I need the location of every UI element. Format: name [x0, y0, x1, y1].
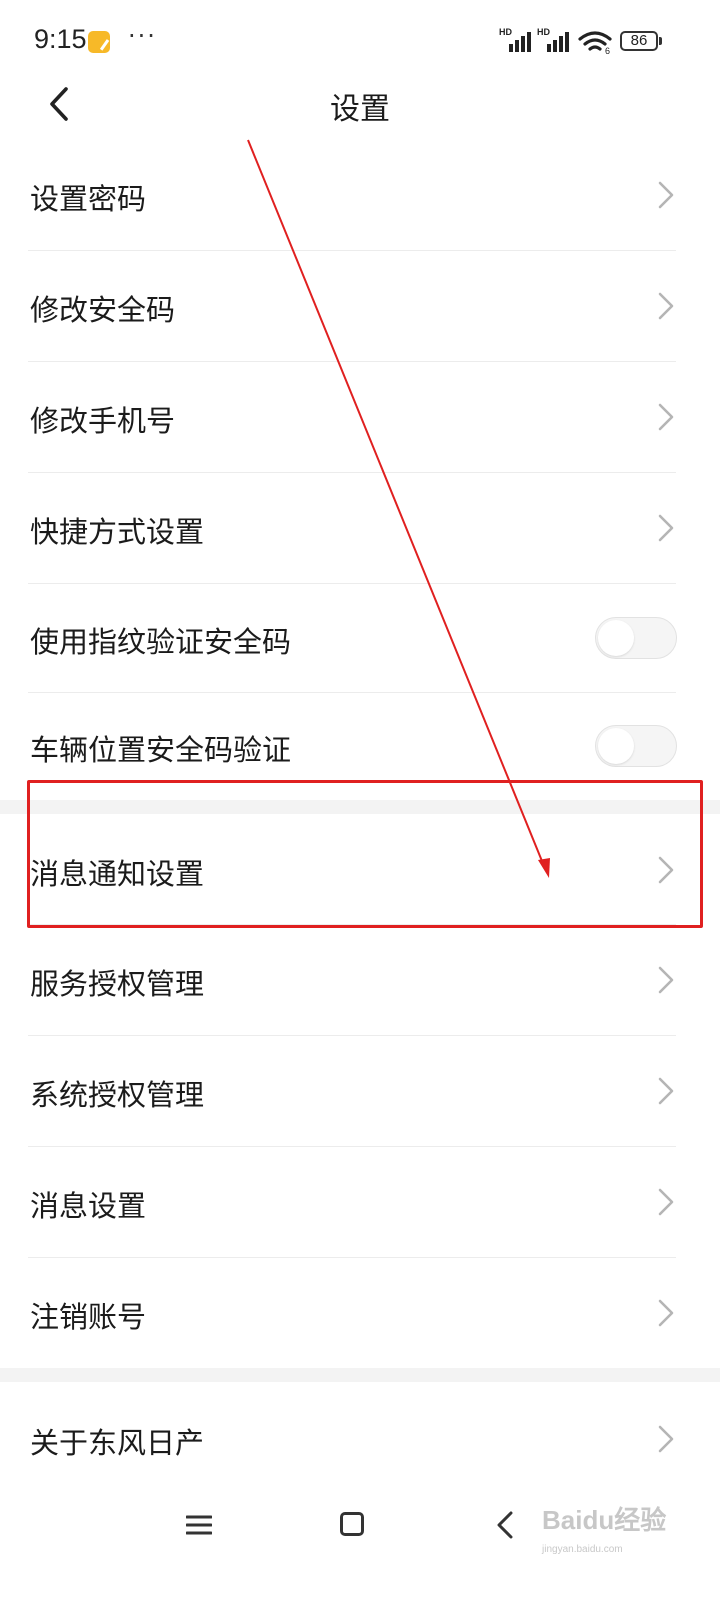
sim1-hd-label: HD — [499, 27, 512, 37]
cellular-signal-icon: HD — [499, 27, 533, 52]
chevron-right-icon — [658, 514, 674, 542]
settings-item-system-auth[interactable]: 系统授权管理 — [0, 1036, 720, 1146]
battery-tip — [659, 37, 662, 45]
chevron-right-icon — [658, 966, 674, 994]
vehicle-location-toggle[interactable] — [595, 725, 677, 767]
cellular-signal-icon-2: HD — [537, 27, 571, 52]
chevron-right-icon — [658, 1425, 674, 1453]
settings-item-change-phone[interactable]: 修改手机号 — [0, 362, 720, 472]
baidu-watermark: Baidu经验 jingyan.baidu.com — [542, 1500, 692, 1570]
fingerprint-toggle[interactable] — [595, 617, 677, 659]
more-notifications-indicator: ··· — [128, 22, 157, 50]
svg-text:6: 6 — [605, 46, 610, 54]
settings-item-label: 服务授权管理 — [30, 967, 205, 1001]
watermark-url: jingyan.baidu.com — [542, 1544, 623, 1555]
settings-item-label: 快捷方式设置 — [30, 515, 205, 549]
settings-item-shortcut[interactable]: 快捷方式设置 — [0, 473, 720, 583]
status-time: 9:15 — [34, 24, 87, 54]
settings-item-label: 修改安全码 — [30, 293, 176, 327]
highlight-box — [27, 780, 703, 928]
chevron-right-icon — [658, 1077, 674, 1105]
chevron-right-icon — [658, 1188, 674, 1216]
settings-item-label: 设置密码 — [30, 182, 147, 216]
settings-item-change-security-code[interactable]: 修改安全码 — [0, 251, 720, 361]
settings-item-label: 系统授权管理 — [30, 1078, 205, 1112]
section-separator — [0, 1368, 720, 1382]
home-square-icon[interactable] — [340, 1512, 364, 1536]
battery-indicator: 86 — [620, 31, 658, 51]
wifi-icon: 6 — [578, 31, 612, 54]
back-triangle-icon[interactable] — [495, 1510, 515, 1540]
chevron-right-icon — [658, 1299, 674, 1327]
settings-item-label: 注销账号 — [30, 1300, 147, 1334]
chevron-right-icon — [658, 292, 674, 320]
chevron-right-icon — [658, 403, 674, 431]
settings-item-label: 使用指纹验证安全码 — [30, 625, 292, 659]
page-title: 设置 — [330, 92, 390, 127]
settings-item-set-password[interactable]: 设置密码 — [0, 140, 720, 250]
status-bar: 9:15 ··· HD HD 6 86 — [0, 0, 720, 80]
toggle-knob — [598, 620, 634, 656]
settings-item-about[interactable]: 关于东风日产 — [0, 1382, 720, 1492]
settings-item-label: 车辆位置安全码验证 — [30, 733, 292, 767]
sim2-hd-label: HD — [537, 27, 550, 37]
settings-item-label: 修改手机号 — [30, 404, 176, 438]
settings-item-delete-account[interactable]: 注销账号 — [0, 1258, 720, 1368]
watermark-logo: Baidu经验 — [542, 1505, 667, 1535]
menu-icon[interactable] — [186, 1512, 212, 1538]
toggle-knob — [598, 728, 634, 764]
settings-item-label: 关于东风日产 — [30, 1426, 205, 1460]
header: 设置 — [0, 80, 720, 130]
settings-item-service-auth[interactable]: 服务授权管理 — [0, 925, 720, 1035]
settings-item-message[interactable]: 消息设置 — [0, 1147, 720, 1257]
chevron-right-icon — [658, 181, 674, 209]
settings-item-label: 消息设置 — [30, 1189, 147, 1223]
app-notification-icon — [88, 31, 110, 53]
settings-item-fingerprint: 使用指纹验证安全码 — [0, 584, 720, 692]
